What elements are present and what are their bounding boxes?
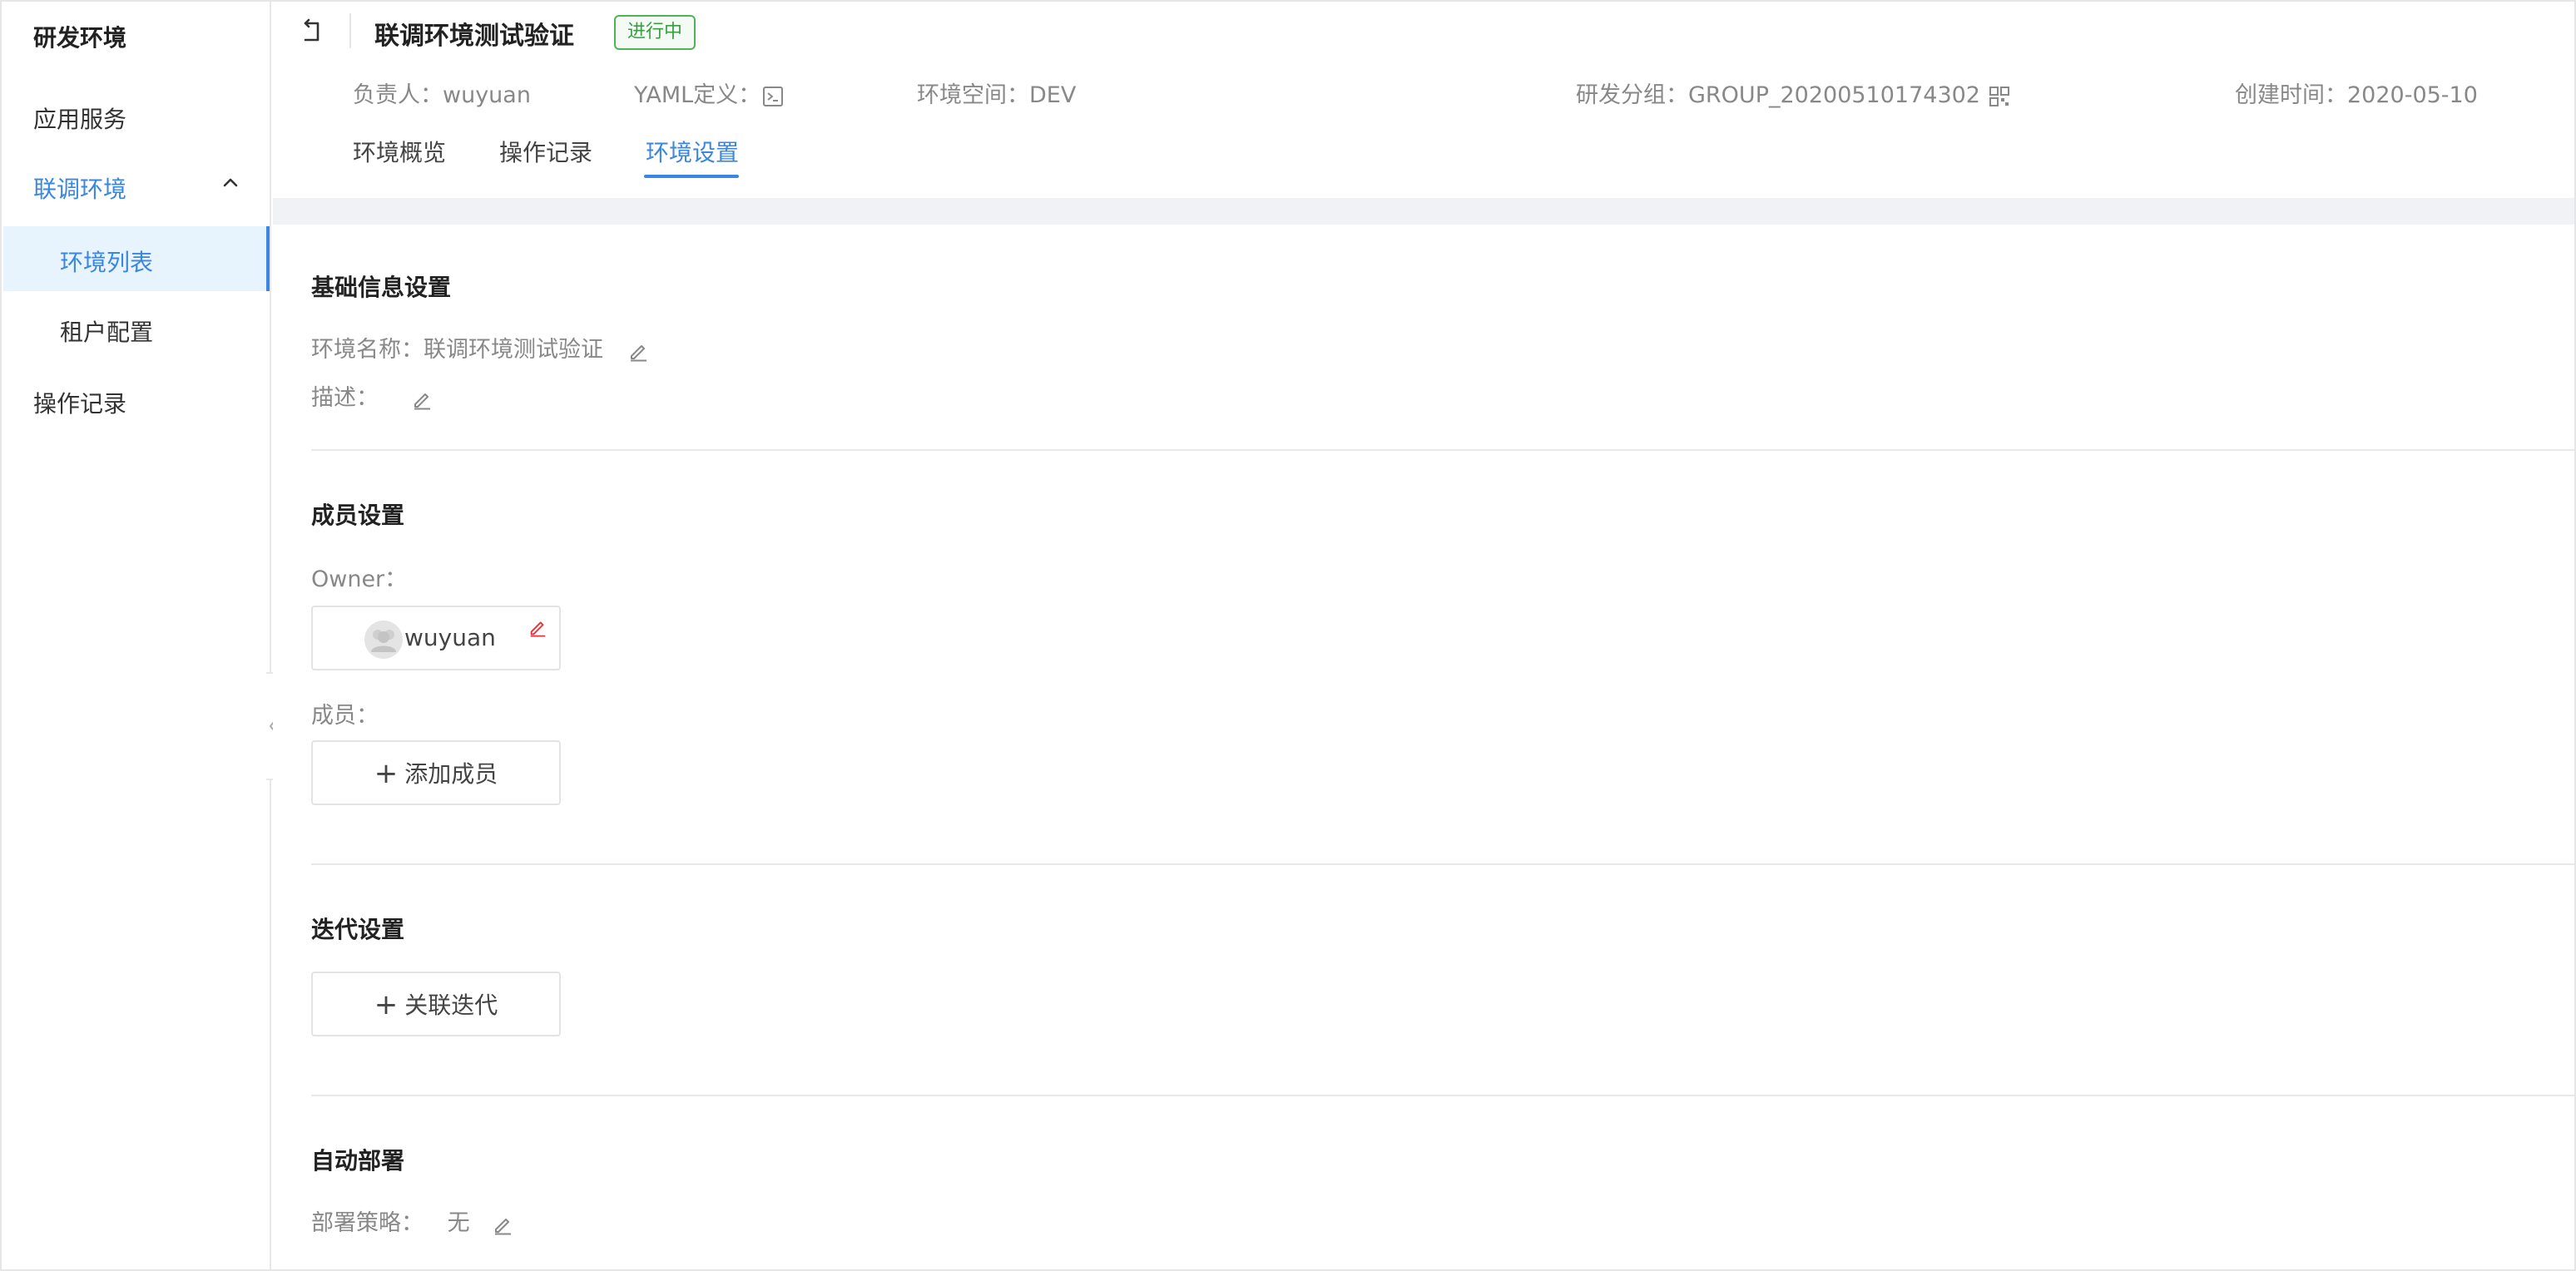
meta-owner-value: wuyuan <box>443 82 531 108</box>
members-label: 成员： <box>311 703 379 729</box>
meta-space-label: 环境空间： <box>917 82 1029 108</box>
back-icon[interactable] <box>298 18 324 45</box>
meta-yaml-label: YAML定义： <box>634 82 761 108</box>
meta-group: 研发分组：GROUP_20200510174302 <box>1576 77 2010 109</box>
edit-icon[interactable] <box>492 1214 513 1235</box>
plus-icon: + <box>374 757 399 790</box>
sidebar: 研发环境 应用服务 联调环境 环境列表 租户配置 操作记录 <box>3 2 271 1269</box>
owner-name: wuyuan <box>404 624 496 651</box>
link-iteration-button[interactable]: + 关联迭代 <box>311 972 561 1036</box>
meta-space-value: DEV <box>1029 82 1077 108</box>
tab-env-settings[interactable]: 环境设置 <box>646 135 739 168</box>
deploy-strategy-field: 部署策略： 无 <box>311 1204 513 1237</box>
edit-icon[interactable] <box>627 340 649 362</box>
section-title-deploy: 自动部署 <box>311 1147 405 1175</box>
meta-yaml: YAML定义： <box>634 77 784 109</box>
tab-env-overview[interactable]: 环境概览 <box>353 135 446 168</box>
sidebar-subitem-label: 租户配置 <box>60 319 154 346</box>
deploy-strategy-value: 无 <box>447 1210 470 1236</box>
status-badge: 进行中 <box>614 15 696 50</box>
meta-group-value: GROUP_20200510174302 <box>1688 82 1980 108</box>
chevron-up-icon[interactable] <box>221 173 240 191</box>
user-group-icon <box>371 630 396 652</box>
section-title-members: 成员设置 <box>311 502 405 529</box>
meta-owner-label: 负责人： <box>353 82 443 108</box>
sidebar-item-operation-log[interactable]: 操作记录 <box>33 386 126 419</box>
section-divider <box>311 449 2574 451</box>
owner-label: Owner： <box>311 566 408 592</box>
meta-created-value: 2020-05-10 <box>2347 82 2478 108</box>
qrcode-icon[interactable] <box>1989 86 2010 107</box>
link-iteration-label: 关联迭代 <box>404 992 498 1019</box>
owner-card: wuyuan <box>311 606 561 670</box>
add-member-label: 添加成员 <box>404 760 498 788</box>
sidebar-title: 研发环境 <box>33 24 127 52</box>
active-tab-indicator <box>644 175 739 178</box>
plus-icon: + <box>374 988 399 1021</box>
edit-owner-icon[interactable] <box>528 617 547 637</box>
env-name-field: 环境名称：联调环境测试验证 <box>311 331 649 363</box>
avatar <box>364 621 403 659</box>
tab-operation-log[interactable]: 操作记录 <box>499 135 592 168</box>
meta-created: 创建时间：2020-05-10 <box>2235 77 2478 109</box>
sidebar-subitem-tenant-config[interactable]: 租户配置 <box>3 296 270 361</box>
meta-space: 环境空间：DEV <box>917 77 1076 109</box>
sidebar-item-joint-env[interactable]: 联调环境 <box>33 171 126 205</box>
env-name-label: 环境名称： <box>311 337 424 363</box>
sidebar-subitem-label: 环境列表 <box>60 249 154 276</box>
header-separator-band <box>273 198 2574 225</box>
section-title-basic: 基础信息设置 <box>311 274 452 301</box>
page-header: 联调环境测试验证 进行中 负责人：wuyuan YAML定义： 环境空间：DEV… <box>273 2 2574 198</box>
meta-group-label: 研发分组： <box>1576 82 1688 108</box>
description-label: 描述： <box>311 385 379 411</box>
sidebar-subitem-env-list[interactable]: 环境列表 <box>3 226 270 291</box>
deploy-strategy-label: 部署策略： <box>311 1210 424 1236</box>
env-name-value: 联调环境测试验证 <box>424 337 603 363</box>
page-title: 联调环境测试验证 <box>374 22 574 51</box>
header-divider <box>349 13 351 48</box>
meta-owner: 负责人：wuyuan <box>353 77 531 109</box>
terminal-icon[interactable] <box>762 86 784 107</box>
section-divider <box>311 1095 2574 1096</box>
section-divider <box>311 863 2574 865</box>
meta-created-label: 创建时间： <box>2235 82 2347 108</box>
edit-icon[interactable] <box>411 388 433 410</box>
settings-content: 基础信息设置 环境名称：联调环境测试验证 描述： 成员设置 Owner： wuy… <box>273 225 2574 1269</box>
sidebar-item-app-services[interactable]: 应用服务 <box>33 101 126 135</box>
description-field: 描述： <box>311 379 433 412</box>
add-member-button[interactable]: + 添加成员 <box>311 740 561 805</box>
section-title-iteration: 迭代设置 <box>311 916 405 943</box>
